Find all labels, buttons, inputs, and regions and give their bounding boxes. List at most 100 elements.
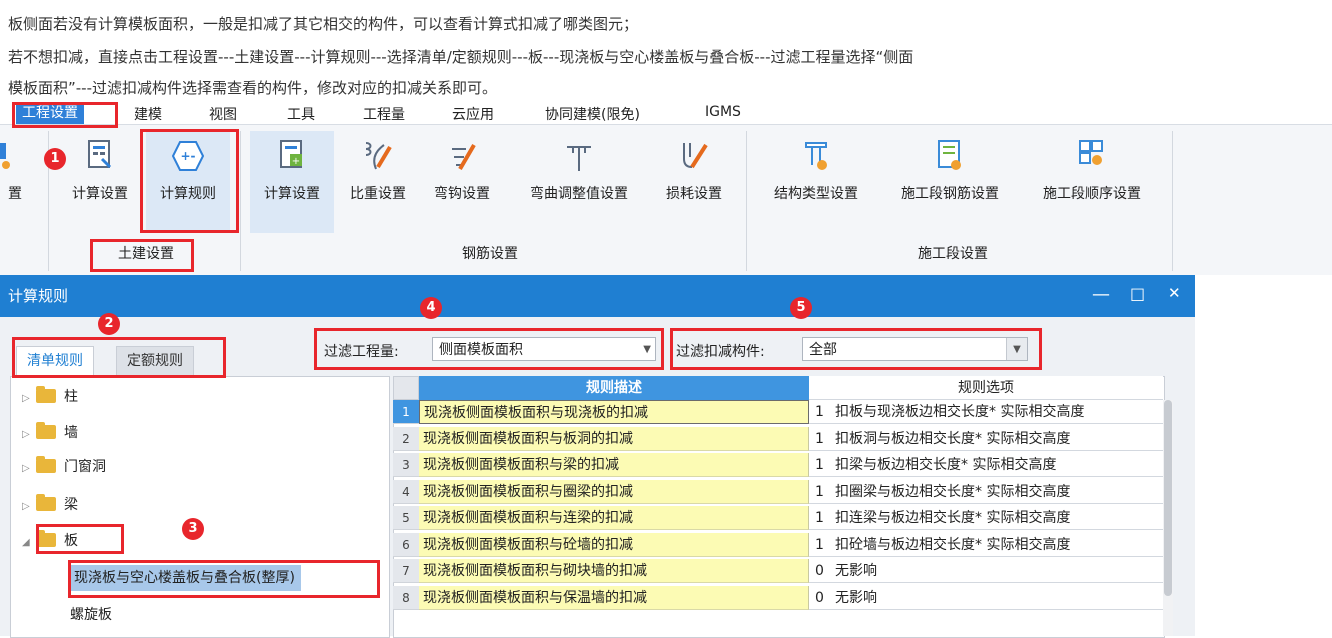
loss-settings-button[interactable]: 损耗设置 [652,131,736,233]
row-number[interactable]: 2 [393,426,419,451]
tree-item-column[interactable]: ▷ 柱 [22,386,78,408]
rebar-calc-settings-label: 计算设置 [264,186,320,202]
rule-description-cell[interactable]: 现浇板侧面模板面积与砌块墙的扣减 [419,559,809,583]
table-row[interactable]: 7 现浇板侧面模板面积与砌块墙的扣减 0 无影响 [393,559,1163,583]
annotation-box-tujian [90,239,194,272]
rule-description-cell[interactable]: 现浇板侧面模板面积与连梁的扣减 [419,506,809,530]
tree-item-spiral-slab[interactable]: 螺旋板 [70,602,112,628]
calc-settings-icon [88,140,112,169]
ribbon-separator [1172,131,1173,271]
weight-settings-button[interactable]: 比重设置 [336,131,420,233]
menu-igms[interactable]: IGMS [705,104,741,120]
structure-type-label: 结构类型设置 [774,186,858,202]
rule-option-cell[interactable]: 1 扣连梁与板边相交长度* 实际相交高度 [809,506,1163,530]
maximize-button[interactable]: □ [1130,284,1145,303]
folder-icon [36,422,56,439]
row-number[interactable]: 4 [393,479,419,504]
structure-type-settings-button[interactable]: 结构类型设置 [760,131,872,233]
menu-collab[interactable]: 协同建模(限免) [545,104,640,124]
table-row[interactable]: 4 现浇板侧面模板面积与圈梁的扣减 1 扣圈梁与板边相交长度* 实际相交高度 [393,479,1163,504]
close-button[interactable]: ✕ [1168,284,1181,302]
rule-description-cell[interactable]: 现浇板侧面模板面积与现浇板的扣减 [419,400,809,424]
tree-item-beam[interactable]: ▷ 梁 [22,494,78,516]
row-number[interactable]: 8 [393,585,419,610]
grid-header-desc[interactable]: 规则描述 [419,376,809,400]
row-number[interactable]: 5 [393,506,419,530]
ribbon-separator [746,131,747,271]
table-row[interactable]: 2 现浇板侧面模板面积与板洞的扣减 1 扣板洞与板边相交长度* 实际相交高度 [393,426,1163,451]
row-number[interactable]: 6 [393,532,419,557]
table-row[interactable]: 8 现浇板侧面模板面积与保温墙的扣减 0 无影响 [393,585,1163,610]
rule-description-cell[interactable]: 现浇板侧面模板面积与圈梁的扣减 [419,479,809,504]
rebar-calc-settings-icon: + [280,140,302,168]
ribbon-cut-button[interactable]: 置 [0,131,30,233]
rule-description-cell[interactable]: 现浇板侧面模板面积与板洞的扣减 [419,426,809,451]
row-number[interactable]: 7 [393,559,419,583]
expand-arrow-icon[interactable]: ▷ [22,388,36,410]
weight-settings-icon [365,142,392,170]
rebar-calc-settings-button[interactable]: + 计算设置 [250,131,334,233]
rule-description-cell[interactable]: 现浇板侧面模板面积与梁的扣减 [419,453,809,477]
step-badge-5: 5 [790,297,812,319]
loss-settings-icon [683,143,708,169]
expand-arrow-icon[interactable]: ▷ [22,496,36,518]
folder-icon [36,386,56,403]
stage-rebar-icon [938,140,961,170]
rule-option-cell[interactable]: 1 扣圈梁与板边相交长度* 实际相交高度 [809,480,1163,504]
rule-option-cell[interactable]: 0 无影响 [809,559,1163,583]
rule-option-code: 1 [815,404,824,420]
tree-item-wall[interactable]: ▷ 墙 [22,422,78,444]
rule-option-cell[interactable]: 1 扣板洞与板边相交长度* 实际相交高度 [809,427,1163,451]
rule-option-text: 无影响 [835,589,877,606]
tree-item-label: 门窗洞 [64,459,106,475]
stage-order-icon [1079,140,1103,165]
menu-tools[interactable]: 工具 [287,104,315,124]
stage-order-settings-button[interactable]: 施工段顺序设置 [1024,131,1160,233]
menu-quantity[interactable]: 工程量 [363,104,405,124]
hook-settings-button[interactable]: 弯钩设置 [420,131,504,233]
calc-settings-button[interactable]: 计算设置 [60,131,140,233]
rule-option-cell[interactable]: 1 扣板与现浇板边相交长度* 实际相交高度 [809,400,1163,424]
grid-header-option[interactable]: 规则选项 [809,376,1163,400]
structure-type-icon [805,142,827,170]
folder-icon [36,494,56,511]
annotation-box-calc-rules [140,129,239,233]
stage-rebar-settings-button[interactable]: 施工段钢筋设置 [882,131,1018,233]
rule-option-cell[interactable]: 0 无影响 [809,586,1163,610]
ribbon-cut-label: 置 [8,186,22,202]
menu-view[interactable]: 视图 [209,104,237,124]
table-row[interactable]: 3 现浇板侧面模板面积与梁的扣减 1 扣梁与板边相交长度* 实际相交高度 [393,453,1163,477]
table-row[interactable]: 6 现浇板侧面模板面积与砼墙的扣减 1 扣砼墙与板边相交长度* 实际相交高度 [393,532,1163,557]
tree-item-label: 梁 [64,497,78,513]
rule-option-text: 扣圈梁与板边相交长度* 实际相交高度 [835,483,1071,500]
step-badge-1: 1 [44,148,66,170]
table-row[interactable]: 1 现浇板侧面模板面积与现浇板的扣减 1 扣板与现浇板边相交长度* 实际相交高度 [393,400,1163,424]
expand-arrow-icon[interactable]: ▷ [22,424,36,446]
row-number[interactable]: 3 [393,453,419,477]
step-badge-3: 3 [182,518,204,540]
expand-arrow-icon[interactable]: ▷ [22,458,36,480]
rule-description-cell[interactable]: 现浇板侧面模板面积与砼墙的扣减 [419,532,809,557]
minimize-button[interactable]: — [1092,284,1110,305]
scrollbar-thumb[interactable] [1164,400,1172,596]
collapse-arrow-icon[interactable]: ◢ [22,532,36,554]
rule-option-cell[interactable]: 1 扣砼墙与板边相交长度* 实际相交高度 [809,533,1163,557]
tree-item-label: 柱 [64,389,78,405]
step-badge-4: 4 [420,297,442,319]
menu-cloud[interactable]: 云应用 [452,104,494,124]
grid-scrollbar[interactable] [1163,400,1173,636]
loss-settings-label: 损耗设置 [666,186,722,202]
annotation-box-slab [36,524,124,554]
rule-option-text: 无影响 [835,563,877,579]
grid-corner [393,376,419,400]
rule-description-cell[interactable]: 现浇板侧面模板面积与保温墙的扣减 [419,585,809,610]
annotation-box-cast-slab [68,560,380,598]
tree-item-door-window[interactable]: ▷ 门窗洞 [22,456,106,478]
annotation-box-menu [12,102,118,128]
rule-option-cell[interactable]: 1 扣梁与板边相交长度* 实际相交高度 [809,453,1163,477]
hook-settings-label: 弯钩设置 [434,186,490,202]
menu-modeling[interactable]: 建模 [134,104,162,124]
row-number[interactable]: 1 [393,400,419,424]
table-row[interactable]: 5 现浇板侧面模板面积与连梁的扣减 1 扣连梁与板边相交长度* 实际相交高度 [393,506,1163,530]
bend-adjust-settings-button[interactable]: 弯曲调整值设置 [514,131,644,233]
